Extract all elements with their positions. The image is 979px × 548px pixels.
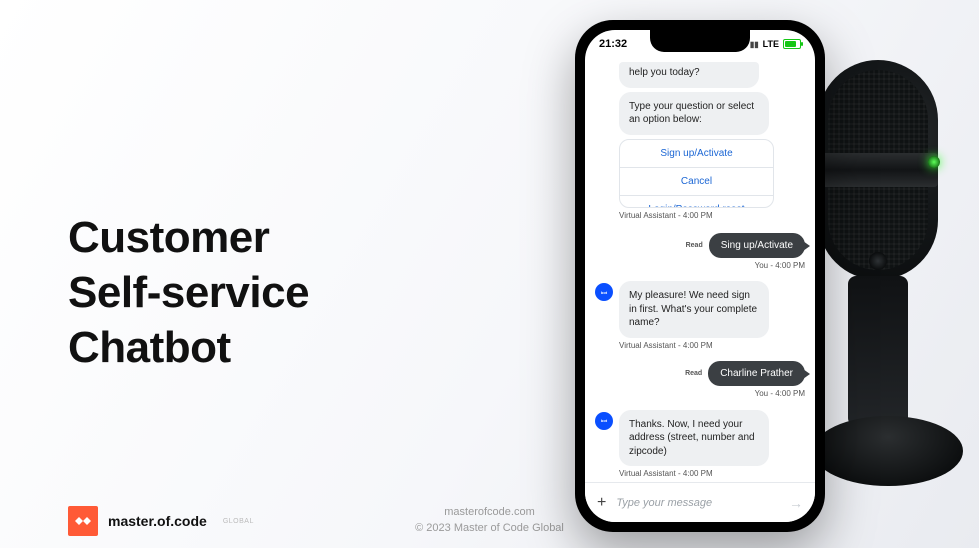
message-meta-va1: Virtual Assistant - 4:00 PM <box>619 211 805 220</box>
chat-transcript: help you today? Type your question or se… <box>585 58 815 482</box>
brand-sub: GLOBAL <box>223 518 254 525</box>
send-icon[interactable]: → <box>789 495 803 511</box>
heading-line-2: Self-service <box>68 268 309 317</box>
read-receipt-2: Read <box>685 370 702 377</box>
message-meta-va3: Virtual Assistant - 4:00 PM <box>619 469 805 478</box>
battery-icon <box>783 39 801 49</box>
status-time: 21:32 <box>599 38 627 50</box>
option-login[interactable]: Login/Password reset <box>620 196 773 209</box>
option-cancel[interactable]: Cancel <box>620 168 773 196</box>
page-title: Customer Self-service Chatbot <box>68 210 309 375</box>
option-signup[interactable]: Sign up/Activate <box>620 140 773 168</box>
footer-copyright: © 2023 Master of Code Global <box>415 521 564 536</box>
quick-reply-card: Sign up/Activate Cancel Login/Password r… <box>619 139 774 209</box>
footer-center: masterofcode.com © 2023 Master of Code G… <box>415 505 564 536</box>
bot-message-address: Thanks. Now, I need your address (street… <box>619 410 769 467</box>
add-attachment-icon[interactable]: + <box>597 494 606 512</box>
bot-avatar-icon: bot <box>595 283 613 301</box>
heading-line-1: Customer <box>68 213 269 262</box>
user-message-2: Charline Prather <box>708 361 805 386</box>
heading-line-3: Chatbot <box>68 323 231 372</box>
signal-icon: ▮▮ <box>750 40 759 49</box>
message-meta-va2: Virtual Assistant - 4:00 PM <box>619 341 805 350</box>
footer-domain: masterofcode.com <box>415 505 564 520</box>
bot-message-prompt: Type your question or select an option b… <box>619 92 769 135</box>
brand-logo: master.of.code GLOBAL <box>68 506 254 536</box>
read-receipt: Read <box>686 242 703 249</box>
bot-message-partial: help you today? <box>619 62 759 88</box>
message-input[interactable]: Type your message <box>616 497 779 509</box>
phone-notch <box>650 30 750 52</box>
phone-mockup: 21:32 ▮▮ LTE help you today? Type your q… <box>575 20 825 532</box>
user-message-1: Sing up/Activate <box>709 233 805 258</box>
message-meta-you1: You - 4:00 PM <box>595 261 805 270</box>
message-meta-you2: You - 4:00 PM <box>595 389 805 398</box>
brand-mark-icon <box>68 506 98 536</box>
bot-message-name: My pleasure! We need sign in first. What… <box>619 281 769 338</box>
status-network: LTE <box>763 39 779 49</box>
brand-name: master.of.code <box>108 513 207 529</box>
microphone-illustration <box>813 60 943 530</box>
message-composer: + Type your message → <box>585 482 815 522</box>
bot-avatar-icon-2: bot <box>595 412 613 430</box>
